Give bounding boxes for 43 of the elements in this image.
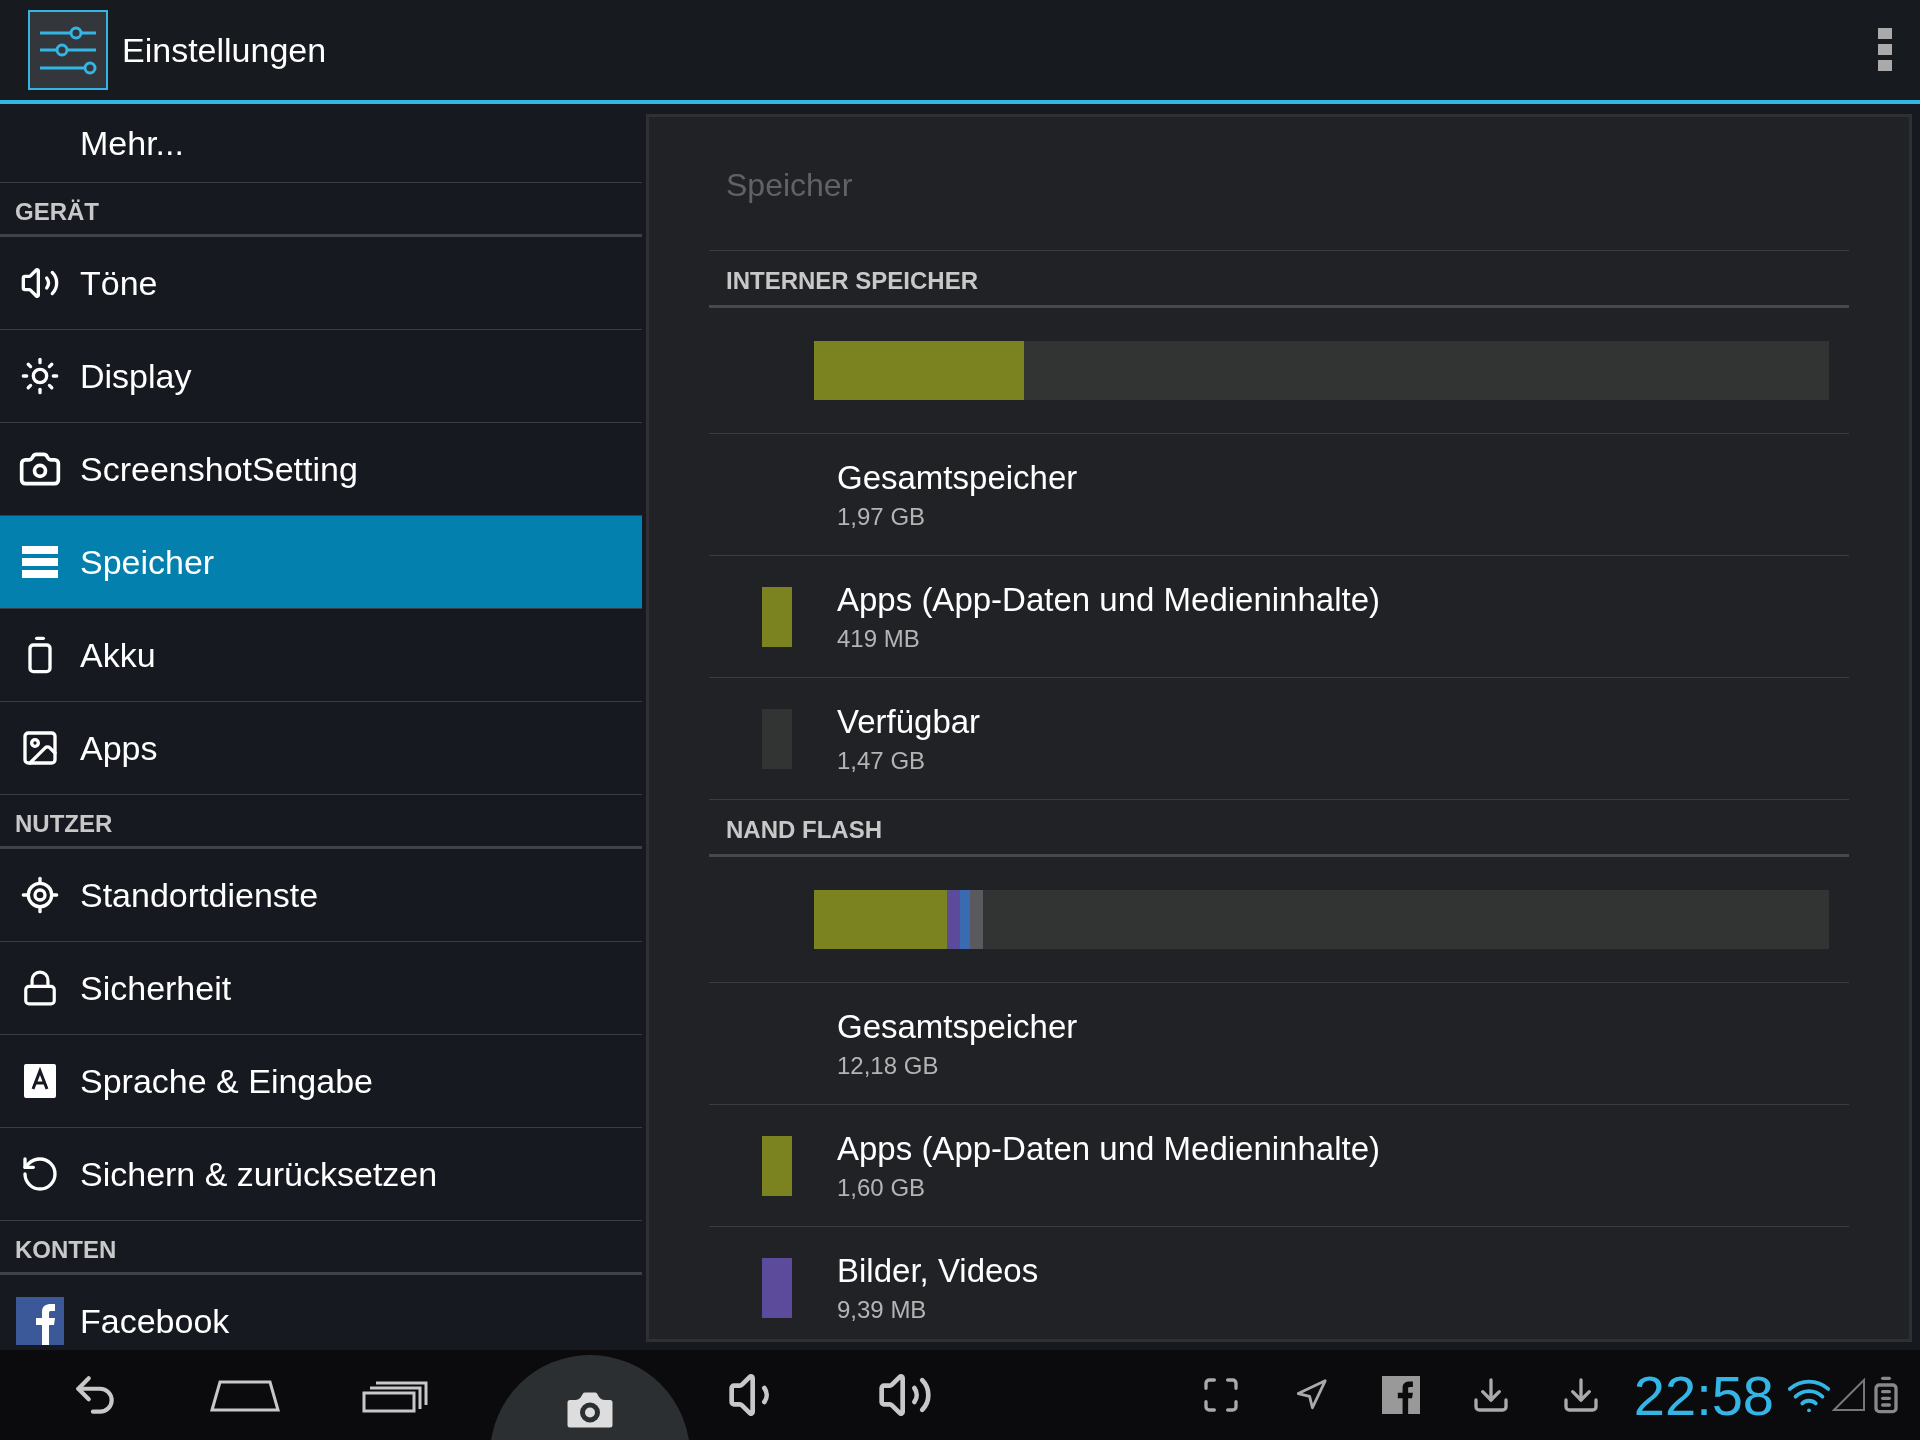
section-header: NAND FLASH	[709, 800, 1849, 857]
entry-value: 9,39 MB	[837, 1295, 928, 1324]
entry-value: 1,47 GB	[837, 746, 927, 775]
section-header: NUTZER	[0, 795, 642, 849]
settings-item[interactable]: Akku	[0, 609, 642, 702]
home-icon	[210, 1378, 280, 1412]
entry-value: 1,60 GB	[837, 1173, 927, 1202]
panel-title: Speicher	[709, 117, 1849, 251]
signal-icon	[1832, 1378, 1866, 1412]
overflow-menu-icon[interactable]	[1878, 28, 1892, 72]
section-header: KONTEN	[0, 1221, 642, 1275]
facebook-icon	[16, 1297, 64, 1345]
settings-item[interactable]: Standortdienste	[0, 849, 642, 942]
settings-item[interactable]: Speicher	[0, 516, 642, 609]
section-header: GERÄT	[0, 183, 642, 237]
restore-icon	[20, 1154, 60, 1194]
entry-value: 1,97 GB	[837, 502, 927, 531]
settings-item[interactable]: Mehr...	[0, 104, 642, 183]
brightness-icon	[20, 356, 60, 396]
storage-icon	[22, 546, 58, 578]
clock: 22:58	[1633, 1362, 1774, 1428]
app-title: Einstellungen	[122, 30, 328, 70]
settings-item[interactable]: Sicherheit	[0, 942, 642, 1035]
entry-value: 419 MB	[837, 624, 921, 653]
settings-item[interactable]: Sichern & zurücksetzen	[0, 1128, 642, 1221]
entry-title: Gesamtspeicher	[837, 1007, 1078, 1046]
keyboard-letter-icon	[23, 1063, 57, 1099]
entry-title: Verfügbar	[837, 702, 981, 741]
facebook-icon	[1381, 1376, 1420, 1414]
settings-item[interactable]: Apps	[0, 702, 642, 795]
entry-title: Bilder, Videos	[837, 1251, 1039, 1290]
entry-value: 12,18 GB	[837, 1051, 940, 1080]
lock-icon	[21, 969, 59, 1007]
picture-icon	[20, 728, 60, 768]
settings-item[interactable]: Töne	[0, 237, 642, 330]
entry-title: Gesamtspeicher	[837, 458, 1078, 497]
section-header: INTERNER SPEICHER	[709, 251, 1849, 308]
entry-title: Apps (App-Daten und Medieninhalte)	[837, 580, 1380, 619]
entry-title: Apps (App-Daten und Medieninhalte)	[837, 1129, 1380, 1168]
settings-item[interactable]: Display	[0, 330, 642, 423]
settings-item[interactable]: Sprache & Eingabe	[0, 1035, 642, 1128]
settings-sliders-icon	[28, 10, 108, 90]
location-icon	[20, 875, 60, 915]
